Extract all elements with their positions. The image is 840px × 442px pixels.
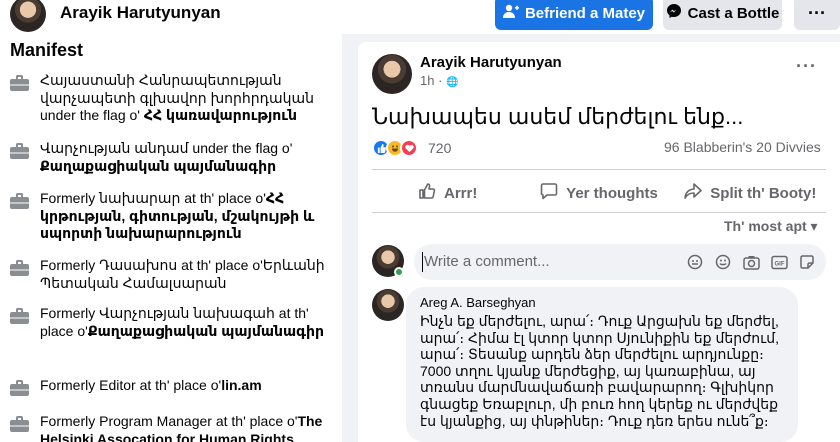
comments-shares-count[interactable]: 96 Blabberin's 20 Divvies: [664, 139, 821, 155]
emoji-icon[interactable]: [714, 253, 732, 271]
briefcase-icon: [10, 416, 29, 432]
work-item-text: Formerly Դասախոս at th' place o'Երևանի Պ…: [40, 257, 325, 291]
add-friend-label: Befriend a Matey: [524, 4, 646, 22]
comment-button[interactable]: Yer thoughts: [523, 175, 674, 211]
briefcase-icon: [10, 75, 29, 91]
camera-icon[interactable]: [742, 253, 760, 271]
post-time-text: 1h ·: [420, 73, 447, 88]
add-friend-button[interactable]: Befriend a Matey: [495, 0, 653, 30]
post-author-name[interactable]: Arayik Harutyunyan: [420, 54, 562, 71]
more-options-button[interactable]: ···: [794, 0, 840, 30]
work-item-text: Formerly Վարչության նախագահ at th' place…: [40, 305, 324, 339]
messenger-icon: [666, 3, 682, 23]
avatar-sticker-icon[interactable]: [686, 253, 704, 271]
profile-header-bar: Arayik Harutyunyan Befriend a Matey Cast…: [0, 0, 840, 34]
work-item-link[interactable]: lin.am: [221, 377, 261, 393]
work-item-text: Formerly Editor at th' place o'lin.am: [40, 377, 262, 393]
share-button[interactable]: Split th' Booty!: [675, 175, 826, 211]
profile-name[interactable]: Arayik Harutyunyan: [60, 3, 221, 23]
share-icon: [684, 182, 703, 204]
post-timestamp[interactable]: 1h · 🌐: [420, 73, 458, 88]
svg-text:GIF: GIF: [774, 261, 784, 267]
briefcase-icon: [10, 308, 29, 324]
message-label: Cast a Bottle: [687, 4, 780, 22]
work-item: Formerly նախարար at th' place o'ՀՀ կրթու…: [10, 190, 335, 243]
divider: [372, 212, 826, 213]
work-item: Formerly Editor at th' place o'lin.am: [10, 377, 335, 396]
reactions-summary[interactable]: 720: [372, 139, 451, 157]
work-item-text: Formerly Program Manager at th' place o'…: [40, 413, 335, 442]
work-item: Formerly Program Manager at th' place o'…: [10, 413, 335, 442]
post-author-avatar[interactable]: [372, 54, 412, 94]
divider: [372, 169, 826, 170]
post-card: Arayik Harutyunyan 1h · 🌐 ··· Նախապես աս…: [358, 42, 840, 442]
sticker-icon[interactable]: [798, 253, 816, 271]
work-item-link[interactable]: Քաղաքացիական պայմանագիր: [40, 158, 276, 174]
work-item: Հայաստանի Հանրապետության վարչապետի գլխավ…: [10, 72, 335, 125]
work-item-link[interactable]: ՀՀ կառավարություն: [144, 107, 297, 123]
briefcase-icon: [10, 380, 29, 396]
work-item: Formerly Դասախոս at th' place o'Երևանի Պ…: [10, 257, 335, 292]
add-friend-icon: [502, 4, 519, 22]
reaction-count: 720: [428, 140, 452, 156]
briefcase-icon: [10, 260, 29, 276]
profile-avatar[interactable]: [10, 0, 46, 32]
work-item: Վարչության անդամ under the flag o' Քաղաք…: [10, 140, 335, 175]
thumbs-up-icon: [418, 182, 436, 204]
intro-panel: Manifest Հայաստանի Հանրապետության վարչապ…: [0, 34, 342, 442]
post-text: Նախապես ասեմ մերժելու ենք...: [372, 104, 744, 129]
comment-composer[interactable]: GIF: [414, 244, 826, 280]
text-caret: [422, 252, 423, 272]
gif-icon[interactable]: GIF: [770, 253, 788, 271]
like-button[interactable]: Arrr!: [372, 175, 523, 211]
comment-label: Yer thoughts: [566, 184, 658, 202]
commenter-name[interactable]: Areg A. Barseghyan: [420, 295, 536, 310]
work-item-text: Վարչության անդամ under the flag o' Քաղաք…: [40, 140, 293, 174]
work-item: Formerly Վարչության նախագահ at th' place…: [10, 305, 335, 340]
comment-icon: [540, 182, 558, 204]
like-label: Arrr!: [443, 184, 478, 202]
composer-tools: GIF: [686, 253, 816, 271]
intro-title: Manifest: [10, 40, 84, 60]
share-label: Split th' Booty!: [710, 184, 817, 202]
online-status-dot: [394, 267, 404, 277]
post-options-button[interactable]: ···: [796, 56, 817, 77]
post-actions: Arrr! Yer thoughts Split th' Booty!: [372, 175, 826, 211]
work-item-text: Formerly նախարար at th' place o'ՀՀ կրթու…: [40, 190, 315, 241]
briefcase-icon: [10, 143, 29, 159]
briefcase-icon: [10, 193, 29, 209]
comment-bubble: Areg A. Barseghyan Ինչն եք մերժելու, արա…: [406, 287, 798, 442]
love-reaction-icon: [400, 139, 418, 157]
work-item-link[interactable]: Քաղաքացիական պայմանագիր: [88, 323, 324, 339]
comment-input[interactable]: [424, 253, 684, 270]
message-button[interactable]: Cast a Bottle: [663, 0, 782, 30]
globe-icon: 🌐: [446, 77, 459, 88]
commenter-avatar[interactable]: [372, 289, 404, 321]
comment-text: Ինչն եք մերժելու, արա՛։ Դուք Արցախն եք մ…: [420, 313, 780, 429]
work-item-text: Հայաստանի Հանրապետության վարչապետի գլխավ…: [40, 72, 314, 123]
comment-sort-dropdown[interactable]: Th' most apt ▾: [724, 218, 818, 235]
